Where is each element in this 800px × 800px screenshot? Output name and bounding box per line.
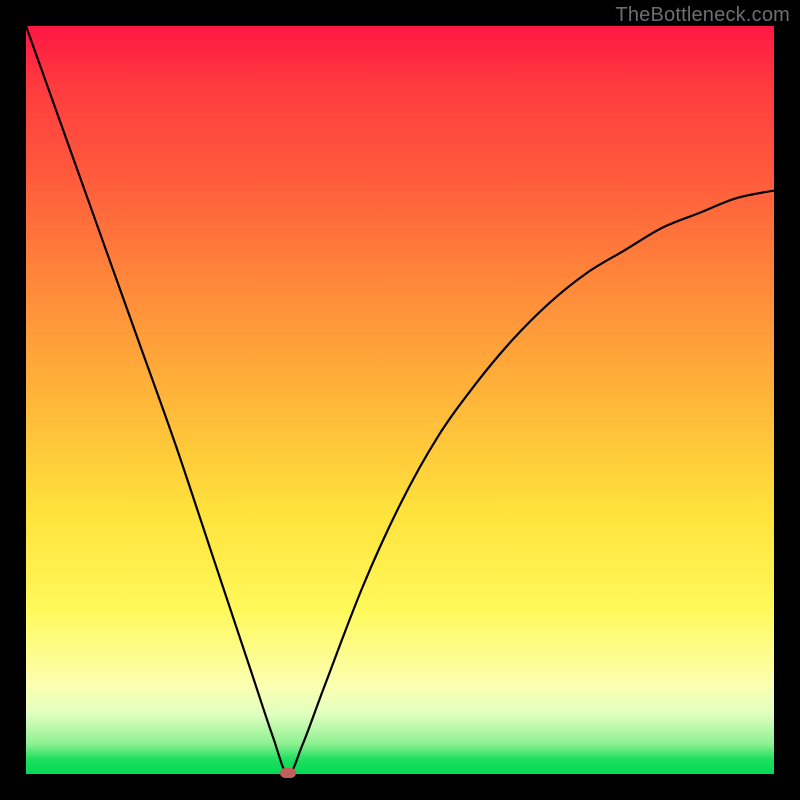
watermark-text: TheBottleneck.com (615, 4, 790, 27)
chart-background-gradient (26, 26, 774, 774)
optimal-point-marker (280, 768, 296, 778)
chart-frame: TheBottleneck.com (0, 0, 800, 800)
